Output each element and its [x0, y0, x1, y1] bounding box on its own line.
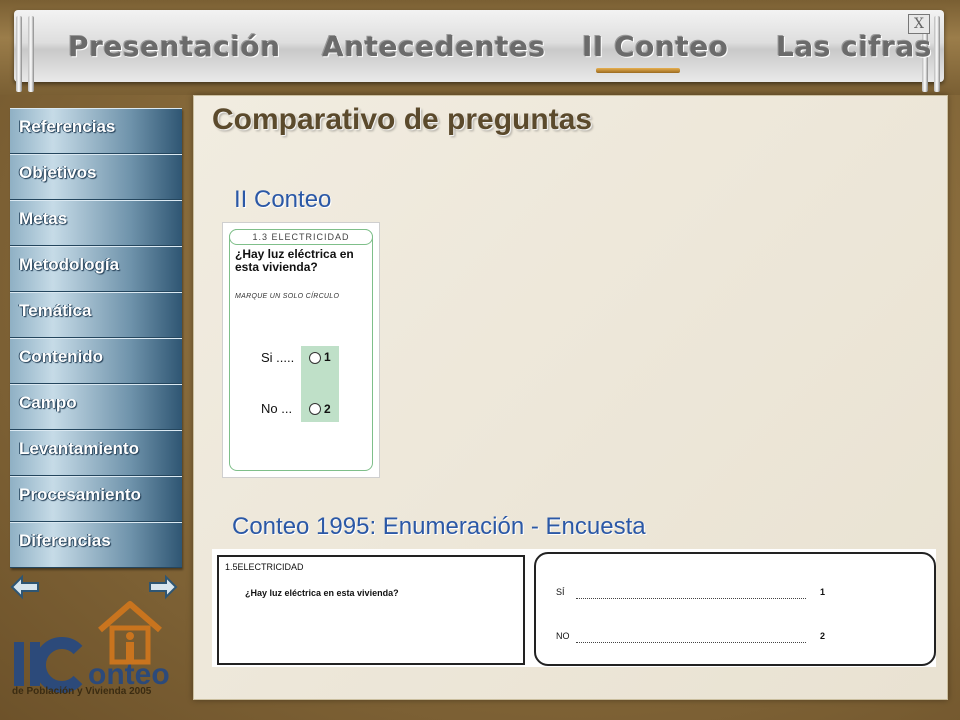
form-2005-header: 1.3 ELECTRICIDAD: [229, 229, 373, 245]
form-1995-code-2: 2: [820, 631, 826, 641]
sidebar-item-label: Procesamiento: [19, 485, 141, 504]
sidebar-item-referencias[interactable]: Referencias: [10, 108, 182, 154]
logo-subtitle: de Población y Vivienda 2005: [12, 686, 152, 697]
form-1995-options-box: SÍ 1 NO 2: [534, 552, 936, 666]
sidebar-item-label: Metodología: [19, 255, 120, 274]
nav-antecedentes[interactable]: Antecedentes: [322, 30, 546, 63]
page-title: Comparativo de preguntas: [212, 103, 593, 136]
sidebar-item-levantamiento[interactable]: Levantamiento: [10, 430, 182, 476]
leader-dots: [576, 641, 806, 643]
section-title-ii-conteo: II Conteo: [234, 186, 332, 213]
nav-pillar-left-2: [28, 16, 34, 92]
active-nav-indicator: [596, 68, 680, 73]
form-1995-option-si: SÍ: [556, 587, 565, 597]
nav-pillar-left: [16, 16, 22, 92]
sidebar-item-campo[interactable]: Campo: [10, 384, 182, 430]
sidebar-item-label: Campo: [19, 393, 77, 412]
form-1995-question-box: 1.5ELECTRICIDAD ¿Hay luz eléctrica en es…: [217, 555, 525, 665]
form-2005-option-si: Si .....: [261, 350, 295, 365]
option-circle-icon: [309, 352, 321, 364]
sidebar-item-metas[interactable]: Metas: [10, 200, 182, 246]
form-2005-option-no: No ...: [261, 401, 293, 416]
nav-ii-conteo[interactable]: II Conteo: [582, 30, 728, 63]
nav-presentacion[interactable]: Presentación: [68, 30, 281, 63]
sidebar-item-label: Contenido: [19, 347, 104, 366]
sidebar-item-label: Diferencias: [19, 531, 111, 550]
leader-dots: [576, 597, 806, 599]
sidebar-item-label: Referencias: [19, 117, 116, 136]
form-2005-instruction: MARQUE UN SOLO CÍRCULO: [235, 293, 340, 300]
form-2005-question: ¿Hay luz eléctrica en esta vivienda?: [235, 247, 354, 274]
form-2005-electricidad: 1.3 ELECTRICIDAD ¿Hay luz eléctrica en e…: [222, 222, 380, 478]
form-2005-code-2: 2: [324, 402, 331, 416]
forward-arrow-icon[interactable]: [148, 574, 178, 600]
nav-las-cifras[interactable]: Las cifras: [776, 30, 932, 63]
form-1995-question: ¿Hay luz eléctrica en esta vivienda?: [245, 588, 399, 598]
form-2005-code-1: 1: [324, 350, 331, 364]
sidebar-item-objetivos[interactable]: Objetivos: [10, 154, 182, 200]
option-circle-icon: [309, 403, 321, 415]
close-button[interactable]: X: [908, 14, 930, 34]
back-arrow-icon[interactable]: [10, 574, 40, 600]
sidebar-item-label: Metas: [19, 209, 68, 228]
form-1995-code-1: 1: [820, 587, 826, 597]
sidebar-item-diferencias[interactable]: Diferencias: [10, 522, 182, 568]
sidebar-item-label: Levantamiento: [19, 439, 139, 458]
form-1995-electricidad: 1.5ELECTRICIDAD ¿Hay luz eléctrica en es…: [212, 549, 936, 667]
sidebar-item-procesamiento[interactable]: Procesamiento: [10, 476, 182, 522]
sidebar-item-label: Objetivos: [19, 163, 97, 182]
nav-pillar-right-2: [934, 16, 940, 92]
top-nav-bar: Presentación Antecedentes II Conteo Las …: [0, 0, 960, 95]
sidebar-item-metodologia[interactable]: Metodología: [10, 246, 182, 292]
form-1995-option-no: NO: [556, 631, 570, 641]
sidebar-item-tematica[interactable]: Temática: [10, 292, 182, 338]
form-1995-header: 1.5ELECTRICIDAD: [225, 562, 304, 572]
sidebar-item-contenido[interactable]: Contenido: [10, 338, 182, 384]
sidebar-item-label: Temática: [19, 301, 92, 320]
section-title-conteo-1995: Conteo 1995: Enumeración - Encuesta: [232, 513, 646, 540]
